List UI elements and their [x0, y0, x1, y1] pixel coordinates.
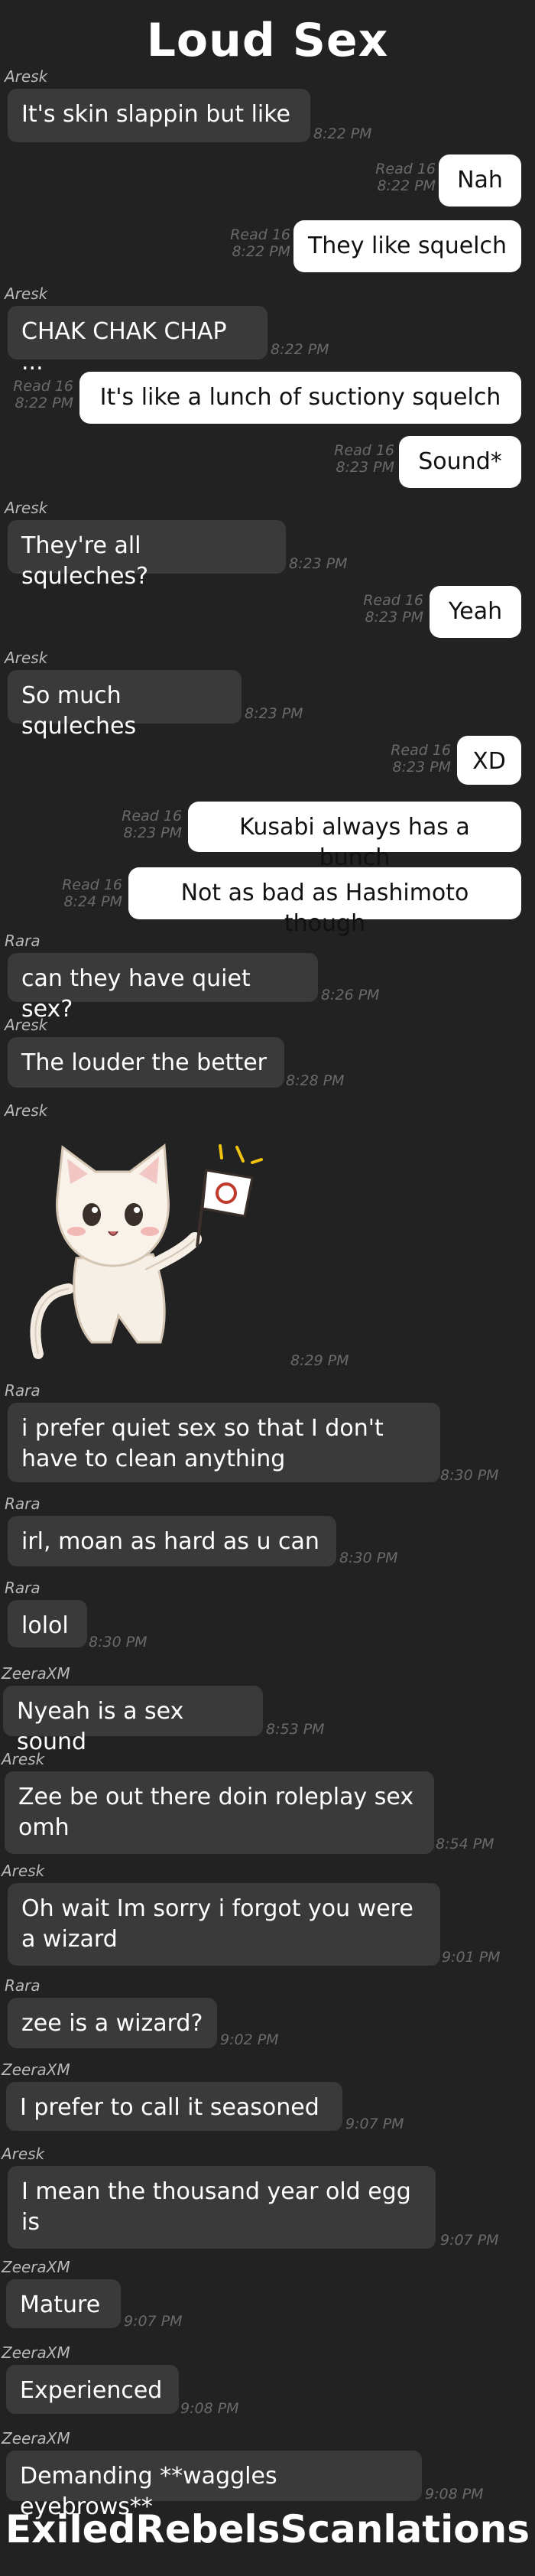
sender-name: Rara [5, 1976, 41, 1995]
message-bubble[interactable]: Nyeah is a sex sound [3, 1686, 263, 1755]
message-bubble[interactable]: Oh wait Im sorry i forgot you were a wiz… [8, 1883, 440, 1966]
message-bubble[interactable]: The louder the better [8, 1037, 284, 1088]
message-bubble[interactable]: So much squleches [8, 670, 242, 740]
sender-name: Aresk [5, 285, 48, 303]
message-bubble[interactable]: i prefer quiet sex so that I don't have … [8, 1403, 440, 1482]
sender-name: Aresk [5, 649, 48, 667]
sender-name: Aresk [2, 1862, 45, 1880]
message-time: 9:08 PM [425, 2486, 484, 2503]
sender-name: ZeeraXM [2, 2258, 70, 2276]
sender-name: ZeeraXM [2, 2429, 70, 2448]
message-bubble[interactable]: CHAK CHAK CHAP ... [8, 306, 268, 376]
message-time: 9:08 PM [180, 2400, 239, 2417]
sender-name: Rara [5, 1381, 41, 1400]
sender-name: Aresk [5, 1101, 48, 1120]
read-receipt: Read 16 8:23 PM [122, 808, 182, 841]
sender-name: Aresk [5, 499, 48, 517]
message-bubble[interactable]: Sound* [399, 436, 521, 488]
read-receipt: Read 16 8:22 PM [13, 378, 73, 411]
message-bubble[interactable]: I mean the thousand year old egg is [8, 2166, 436, 2249]
sender-name: ZeeraXM [2, 2343, 70, 2362]
message-bubble[interactable]: zee is a wizard? [8, 1998, 217, 2048]
sender-name: Aresk [2, 2145, 45, 2163]
message-bubble[interactable]: Experienced [6, 2365, 179, 2414]
message-time: 8:54 PM [436, 1836, 494, 1852]
message-time: 8:29 PM [290, 1352, 349, 1369]
read-receipt: Read 16 8:22 PM [230, 226, 290, 260]
sender-name: ZeeraXM [2, 2060, 70, 2079]
scanlation-credit: ExiledRebelsScanlations [5, 2507, 530, 2552]
sender-name: Aresk [2, 1750, 45, 1768]
message-time: 8:30 PM [440, 1467, 499, 1484]
message-bubble[interactable]: Yeah [430, 586, 521, 638]
message-time: 8:26 PM [321, 987, 380, 1003]
message-bubble[interactable]: They like squelch [293, 220, 521, 272]
message-time: 9:01 PM [442, 1949, 501, 1966]
message-bubble[interactable]: Kusabi always has a bunch [188, 802, 521, 871]
read-receipt: Read 16 8:23 PM [334, 442, 394, 476]
message-time: 8:28 PM [286, 1072, 345, 1089]
message-bubble[interactable]: can they have quiet sex? [8, 953, 318, 1023]
message-bubble[interactable]: Demanding **waggles eyebrows** [6, 2451, 422, 2520]
message-bubble[interactable]: It's like a lunch of suctiony squelch [79, 372, 521, 424]
message-bubble[interactable]: Nah [439, 154, 521, 207]
message-bubble[interactable]: Mature [6, 2279, 121, 2328]
read-receipt: Read 16 8:24 PM [62, 877, 122, 910]
message-bubble[interactable]: I prefer to call it seasoned [6, 2082, 342, 2131]
message-bubble[interactable]: They're all squleches? [8, 520, 286, 590]
message-time: 8:22 PM [313, 125, 372, 142]
message-time: 8:22 PM [271, 341, 329, 358]
message-time: 8:30 PM [339, 1550, 398, 1566]
message-time: 8:23 PM [245, 705, 303, 722]
message-bubble[interactable]: It's skin slappin but like [8, 89, 310, 142]
message-bubble[interactable]: irl, moan as hard as u can [8, 1516, 336, 1566]
message-bubble[interactable]: lolol [8, 1600, 87, 1647]
chat-title: Loud Sex [146, 14, 389, 67]
message-time: 9:07 PM [440, 2232, 499, 2249]
read-receipt: Read 16 8:22 PM [375, 161, 436, 194]
read-receipt: Read 16 8:23 PM [391, 742, 451, 776]
message-bubble[interactable]: Zee be out there doin roleplay sex omh [5, 1771, 434, 1854]
message-time: 8:30 PM [89, 1634, 148, 1651]
message-time: 9:07 PM [345, 2116, 404, 2132]
message-time: 8:23 PM [289, 555, 348, 572]
message-time: 9:07 PM [124, 2313, 183, 2330]
sender-name: Aresk [5, 1016, 48, 1034]
read-receipt: Read 16 8:23 PM [363, 592, 423, 626]
sender-name: Rara [5, 1579, 41, 1597]
sender-name: Rara [5, 932, 41, 950]
cat-holding-flag-sticker[interactable] [15, 1124, 268, 1369]
sender-name: Rara [5, 1495, 41, 1513]
message-time: 9:02 PM [220, 2031, 279, 2048]
message-bubble[interactable]: Not as bad as Hashimoto though [128, 867, 521, 937]
message-time: 8:53 PM [266, 1721, 325, 1738]
sender-name: ZeeraXM [2, 1664, 70, 1683]
sender-name: Aresk [5, 67, 48, 86]
message-bubble[interactable]: XD [457, 736, 521, 785]
